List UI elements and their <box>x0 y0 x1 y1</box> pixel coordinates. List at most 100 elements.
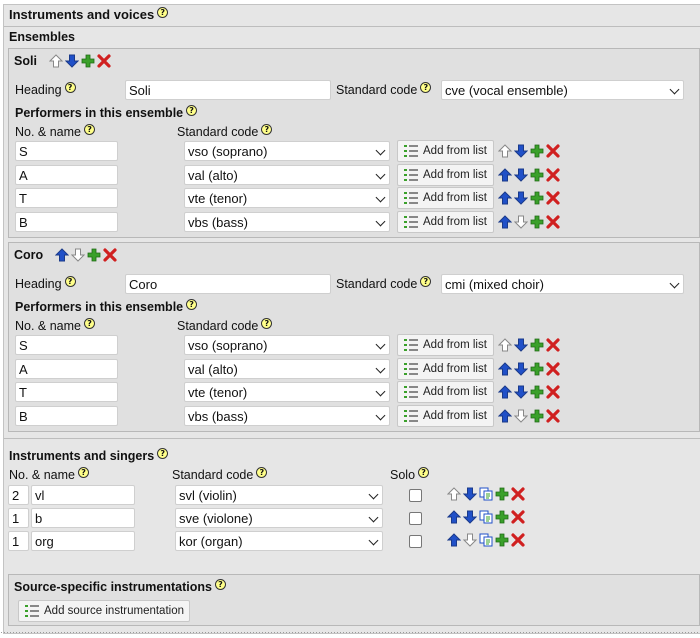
add-icon[interactable] <box>87 248 101 262</box>
move-up-icon[interactable] <box>447 510 461 524</box>
instrument-count-input[interactable]: 2 <box>8 485 29 505</box>
instrument-code-select[interactable]: svl (violin) <box>175 485 383 505</box>
move-down-icon[interactable] <box>514 362 528 376</box>
add-from-list-button[interactable]: Add from list <box>397 381 494 403</box>
move-down-icon[interactable] <box>463 510 477 524</box>
add-from-list-button[interactable]: Add from list <box>397 357 494 380</box>
heading-input[interactable]: Soli <box>125 80 331 100</box>
standard-code-select[interactable]: cmi (mixed choir) <box>441 274 684 294</box>
move-down-icon[interactable] <box>514 215 528 229</box>
move-up-icon[interactable] <box>498 214 512 229</box>
add-icon[interactable] <box>530 144 544 158</box>
move-up-icon[interactable] <box>498 338 512 352</box>
move-down-icon[interactable] <box>514 338 528 352</box>
performer-name-input[interactable]: T <box>15 382 118 402</box>
delete-icon[interactable] <box>546 361 560 376</box>
delete-icon[interactable] <box>546 191 560 205</box>
add-from-list-button[interactable]: Add from list <box>397 163 494 186</box>
duplicate-icon[interactable] <box>479 487 493 501</box>
performer-name-input[interactable]: S <box>15 141 118 161</box>
help-icon[interactable]: ? <box>256 467 268 478</box>
instrument-count-input[interactable]: 1 <box>8 508 29 528</box>
add-icon[interactable] <box>530 409 544 423</box>
instrument-name-input[interactable]: b <box>31 508 135 528</box>
move-up-icon[interactable] <box>447 533 461 547</box>
help-icon[interactable]: ? <box>186 105 198 116</box>
performer-code-select[interactable]: vte (tenor) <box>184 188 390 208</box>
performer-code-select[interactable]: vso (soprano) <box>184 141 390 161</box>
move-up-icon[interactable] <box>447 487 461 501</box>
move-up-icon[interactable] <box>498 408 512 423</box>
help-icon[interactable]: ? <box>157 448 169 459</box>
solo-checkbox[interactable] <box>409 512 422 525</box>
move-up-icon[interactable] <box>498 167 512 182</box>
help-icon[interactable]: ? <box>64 82 76 93</box>
heading-input[interactable]: Coro <box>125 274 331 294</box>
move-down-icon[interactable] <box>514 168 528 182</box>
help-icon[interactable]: ? <box>420 82 432 93</box>
standard-code-select[interactable]: cve (vocal ensemble) <box>441 80 684 100</box>
performer-code-select[interactable]: vte (tenor) <box>184 382 390 402</box>
help-icon[interactable]: ? <box>418 467 430 478</box>
help-icon[interactable]: ? <box>64 276 76 287</box>
move-up-icon[interactable] <box>498 191 512 205</box>
performer-name-input[interactable]: S <box>15 335 118 355</box>
delete-icon[interactable] <box>511 487 525 501</box>
performer-name-input[interactable]: B <box>15 211 118 232</box>
help-icon[interactable]: ? <box>186 299 198 310</box>
add-icon[interactable] <box>81 54 95 68</box>
move-up-icon[interactable] <box>498 144 512 158</box>
add-from-list-button[interactable]: Add from list <box>397 404 494 427</box>
solo-checkbox[interactable] <box>409 535 422 548</box>
duplicate-icon[interactable] <box>479 533 493 547</box>
help-icon[interactable]: ? <box>420 276 432 287</box>
performer-name-input[interactable]: A <box>15 164 118 185</box>
delete-icon[interactable] <box>103 248 117 262</box>
add-icon[interactable] <box>530 168 544 182</box>
performer-code-select[interactable]: vbs (bass) <box>184 405 390 426</box>
performer-code-select[interactable]: val (alto) <box>184 358 390 379</box>
solo-checkbox[interactable] <box>409 489 422 502</box>
add-from-list-button[interactable]: Add from list <box>397 140 494 162</box>
delete-icon[interactable] <box>546 214 560 229</box>
help-icon[interactable]: ? <box>261 124 273 135</box>
add-icon[interactable] <box>495 533 509 547</box>
add-icon[interactable] <box>530 362 544 376</box>
delete-icon[interactable] <box>97 54 111 68</box>
help-icon[interactable]: ? <box>84 318 96 329</box>
performer-code-select[interactable]: vso (soprano) <box>184 335 390 355</box>
move-up-icon[interactable] <box>498 361 512 376</box>
performer-code-select[interactable]: vbs (bass) <box>184 211 390 232</box>
duplicate-icon[interactable] <box>479 510 493 524</box>
move-up-icon[interactable] <box>55 248 69 262</box>
add-from-list-button[interactable]: Add from list <box>397 210 494 233</box>
help-icon[interactable]: ? <box>78 467 90 478</box>
help-icon[interactable]: ? <box>157 7 169 18</box>
move-down-icon[interactable] <box>514 409 528 423</box>
move-down-icon[interactable] <box>514 191 528 205</box>
performer-name-input[interactable]: B <box>15 405 118 426</box>
performer-name-input[interactable]: A <box>15 358 118 379</box>
delete-icon[interactable] <box>511 533 525 547</box>
delete-icon[interactable] <box>511 510 525 524</box>
instrument-code-select[interactable]: sve (violone) <box>175 508 383 528</box>
move-down-icon[interactable] <box>463 533 477 547</box>
instrument-code-select[interactable]: kor (organ) <box>175 531 383 551</box>
add-icon[interactable] <box>495 487 509 501</box>
delete-icon[interactable] <box>546 408 560 423</box>
add-icon[interactable] <box>530 338 544 352</box>
delete-icon[interactable] <box>546 338 560 352</box>
instrument-count-input[interactable]: 1 <box>8 531 29 551</box>
move-down-icon[interactable] <box>65 54 79 68</box>
add-source-instrumentation-button[interactable]: Add source instrumentation <box>18 600 190 622</box>
add-icon[interactable] <box>530 191 544 205</box>
help-icon[interactable]: ? <box>214 579 226 590</box>
add-icon[interactable] <box>530 215 544 229</box>
add-from-list-button[interactable]: Add from list <box>397 334 494 356</box>
add-icon[interactable] <box>530 385 544 399</box>
delete-icon[interactable] <box>546 385 560 399</box>
help-icon[interactable]: ? <box>84 124 96 135</box>
delete-icon[interactable] <box>546 144 560 158</box>
performer-name-input[interactable]: T <box>15 188 118 208</box>
move-down-icon[interactable] <box>514 144 528 158</box>
